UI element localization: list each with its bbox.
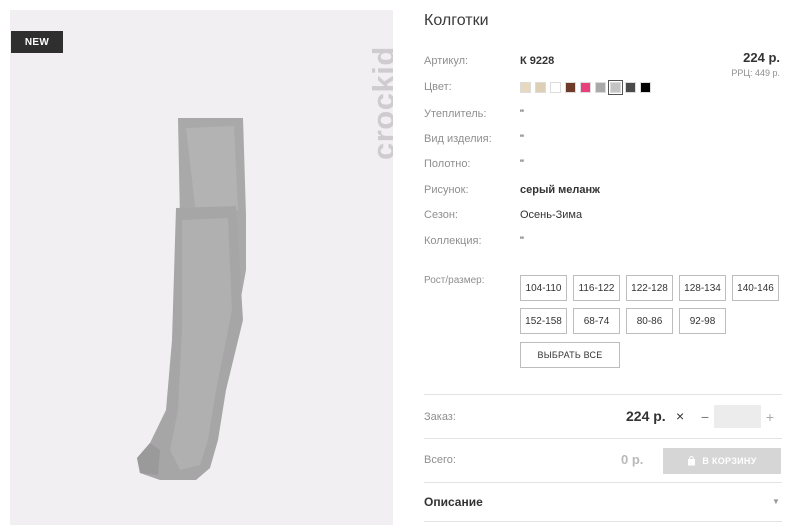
color-swatch[interactable]: [580, 82, 591, 93]
color-swatch[interactable]: [520, 82, 531, 93]
product-image-panel[interactable]: NEW crockid: [10, 10, 393, 525]
spec-label-collection: Коллекция:: [424, 235, 482, 247]
new-badge: NEW: [11, 31, 63, 53]
size-option[interactable]: 80-86: [626, 308, 673, 334]
spec-label-insulation: Утеплитель:: [424, 108, 487, 120]
color-swatch[interactable]: [640, 82, 651, 93]
product-price: 224 р.: [743, 50, 780, 65]
times-icon: ×: [676, 408, 685, 424]
spec-label-article: Артикул:: [424, 55, 469, 67]
spec-label-fabric: Полотно:: [424, 158, 471, 170]
divider: [424, 438, 782, 439]
order-price: 224 р.: [626, 408, 666, 424]
add-to-cart-button[interactable]: В КОРЗИНУ: [663, 448, 781, 474]
quantity-input[interactable]: [714, 405, 761, 428]
order-label: Заказ:: [424, 411, 456, 423]
quantity-increase-button[interactable]: +: [764, 409, 776, 425]
spec-value-product-type: ": [520, 133, 524, 145]
color-swatch[interactable]: [535, 82, 546, 93]
spec-value-season: Осень-Зима: [520, 209, 583, 221]
spec-label-pattern: Рисунок:: [424, 184, 469, 196]
size-option[interactable]: 68-74: [573, 308, 620, 334]
spec-label-color: Цвет:: [424, 81, 452, 93]
spec-value-article: К 9228: [520, 55, 555, 67]
shopping-bag-icon: [688, 456, 696, 466]
divider: [424, 394, 782, 395]
spec-value-insulation: ": [520, 108, 524, 120]
spec-label-season: Сезон:: [424, 209, 458, 221]
total-label: Всего:: [424, 454, 456, 466]
color-swatch[interactable]: [565, 82, 576, 93]
divider: [424, 521, 782, 522]
color-swatch[interactable]: [595, 82, 606, 93]
size-option[interactable]: 92-98: [679, 308, 726, 334]
size-options: 104-110 116-122 122-128 128-134 140-146 …: [520, 275, 782, 334]
size-option[interactable]: 116-122: [573, 275, 620, 301]
chevron-down-icon[interactable]: ▼: [772, 497, 780, 506]
quantity-decrease-button[interactable]: −: [699, 409, 711, 425]
total-value: 0 р.: [621, 452, 644, 467]
color-swatch-selected[interactable]: [608, 80, 623, 95]
spec-value-fabric: ": [520, 158, 524, 170]
add-to-cart-label: В КОРЗИНУ: [702, 456, 757, 466]
select-all-button[interactable]: ВЫБРАТЬ ВСЕ: [520, 342, 620, 368]
spec-label-product-type: Вид изделия:: [424, 133, 492, 145]
color-swatches: [520, 80, 651, 95]
size-option[interactable]: 122-128: [626, 275, 673, 301]
brand-logo: crockid: [366, 46, 393, 160]
tights-image: [137, 118, 246, 480]
color-swatch[interactable]: [550, 82, 561, 93]
description-toggle[interactable]: Описание: [424, 495, 483, 509]
spec-value-pattern: серый меланж: [520, 184, 600, 196]
divider: [424, 482, 782, 483]
size-option[interactable]: 104-110: [520, 275, 567, 301]
size-option[interactable]: 152-158: [520, 308, 567, 334]
recommended-price: РРЦ: 449 р.: [731, 68, 780, 78]
size-option[interactable]: 128-134: [679, 275, 726, 301]
spec-value-collection: ": [520, 235, 524, 247]
size-label: Рост/размер:: [424, 275, 485, 286]
product-title: Колготки: [424, 12, 489, 29]
color-swatch[interactable]: [625, 82, 636, 93]
size-option[interactable]: 140-146: [732, 275, 779, 301]
